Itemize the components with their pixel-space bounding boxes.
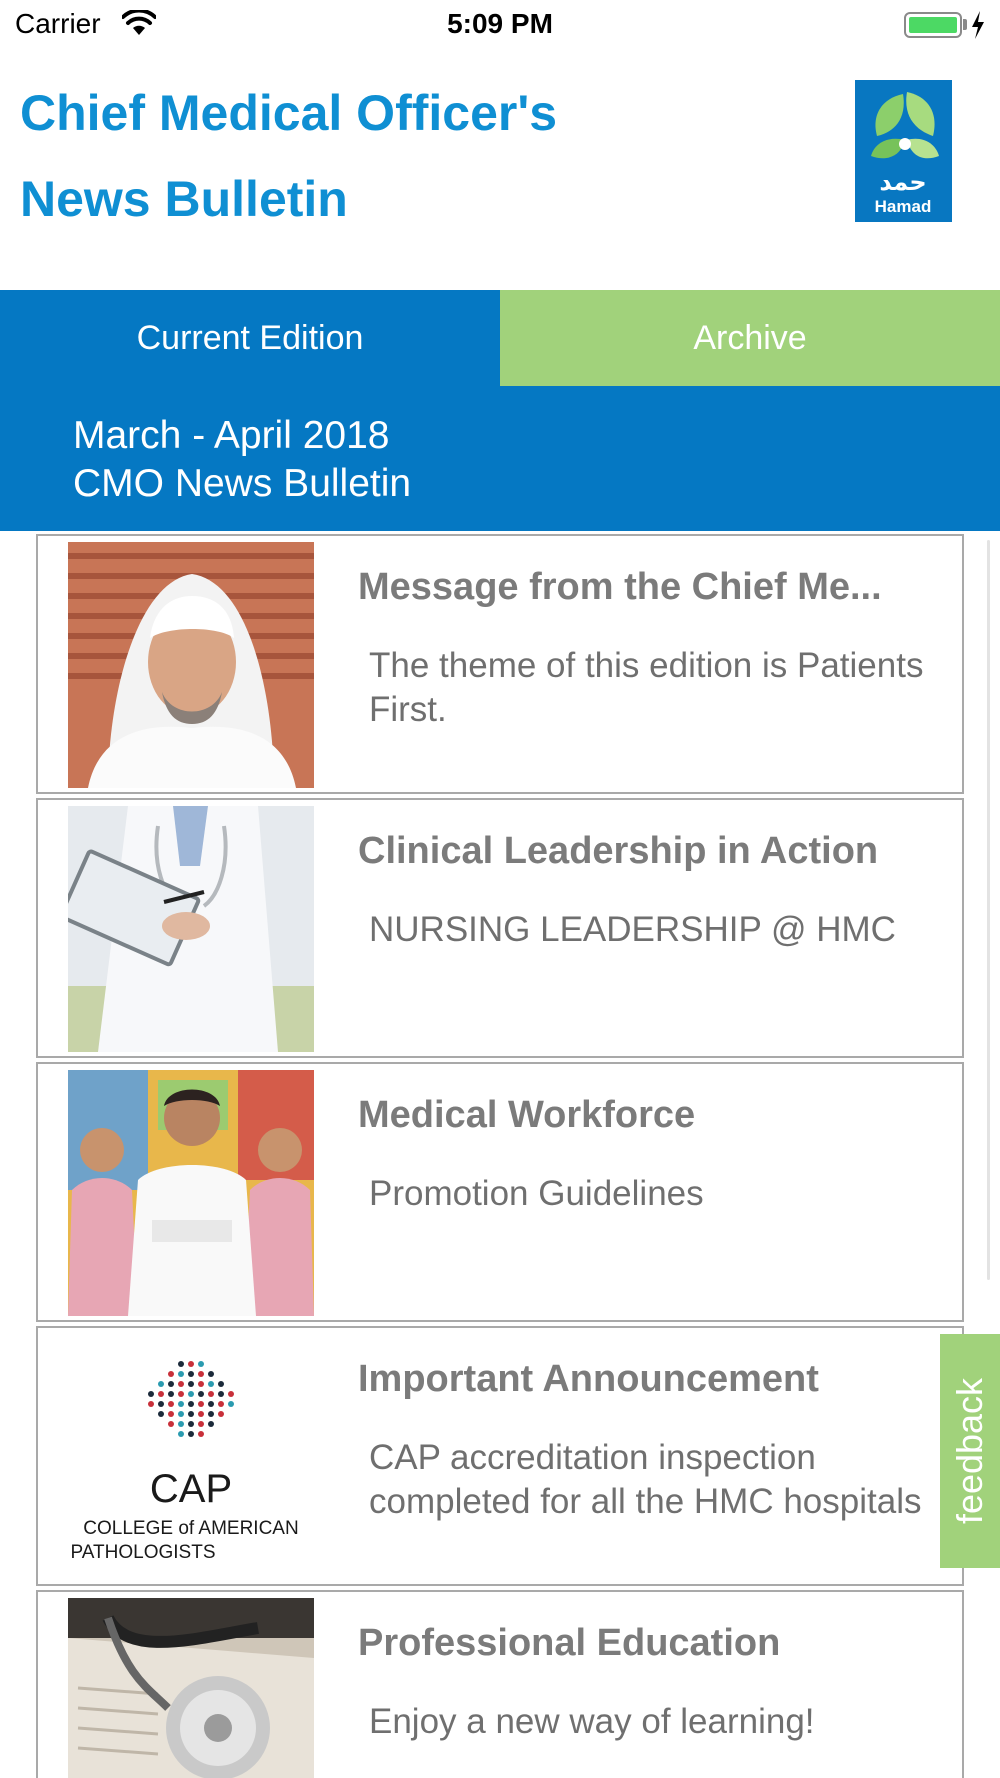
article-title: Message from the Chief Me... [358, 566, 882, 608]
article-thumbnail-stethoscope-book [68, 1598, 314, 1778]
battery-cap [963, 19, 967, 30]
clock: 5:09 PM [447, 8, 553, 39]
article-title: Professional Education [358, 1622, 781, 1664]
feedback-label: feedback [949, 1377, 990, 1525]
article-thumbnail-cmo-portrait [68, 542, 314, 788]
article-description: NURSING LEADERSHIP @ HMC [369, 910, 896, 949]
article-description: The theme of this edition is Patients Fi… [369, 646, 924, 729]
article-card-medical-workforce[interactable]: Medical Workforce Promotion Guidelines [36, 1062, 964, 1322]
article-thumbnail-medical-staff [68, 1070, 314, 1316]
article-title: Medical Workforce [358, 1094, 696, 1136]
article-card-important-announcement[interactable]: CAP COLLEGE of AMERICAN PATHOLOGISTS Imp… [36, 1326, 964, 1586]
scroll-indicator[interactable] [987, 540, 990, 1280]
article-card-professional-education[interactable]: Professional Education Enjoy a new way o… [36, 1590, 964, 1778]
edition-date: March - April 2018 [73, 414, 390, 457]
hamad-logo: حمد Hamad [855, 80, 952, 222]
cap-logo-sub2: PATHOLOGISTS [71, 1542, 216, 1563]
article-card-clinical-leadership[interactable]: Clinical Leadership in Action NURSING LE… [36, 798, 964, 1058]
edition-banner: March - April 2018 CMO News Bulletin [0, 386, 1000, 531]
tab-archive[interactable]: Archive [500, 290, 1000, 386]
tab-bar: Current Edition Archive [0, 290, 1000, 386]
article-card-cmo-message[interactable]: Message from the Chief Me... The theme o… [36, 534, 964, 794]
article-title: Important Announcement [358, 1358, 819, 1400]
article-description: Promotion Guidelines [369, 1174, 704, 1213]
hamad-logo-text: Hamad [875, 197, 932, 216]
edition-name: CMO News Bulletin [73, 462, 412, 505]
feedback-button[interactable]: feedback [940, 1334, 1000, 1568]
article-list: Message from the Chief Me... The theme o… [36, 534, 964, 1778]
article-thumbnail-doctor-clipboard [68, 806, 314, 1052]
charging-bolt-icon [972, 11, 984, 39]
tab-current-edition[interactable]: Current Edition [0, 290, 500, 386]
page-title-line2: News Bulletin [20, 171, 348, 227]
status-bar: Carrier 5:09 PM [0, 0, 1000, 50]
page-title: Chief Medical Officer's News Bulletin [20, 70, 640, 242]
article-title: Clinical Leadership in Action [358, 830, 879, 872]
article-thumbnail-cap-logo: CAP COLLEGE of AMERICAN PATHOLOGISTS [68, 1334, 314, 1580]
page-title-line1: Chief Medical Officer's [20, 85, 558, 141]
battery-icon [904, 12, 962, 38]
cap-logo-text: CAP [150, 1467, 232, 1511]
article-description: CAP accreditation inspection completed f… [369, 1438, 922, 1521]
article-description: Enjoy a new way of learning! [369, 1702, 815, 1741]
cap-logo-sub1: COLLEGE of AMERICAN [83, 1518, 298, 1539]
hamad-logo-arabic: حمد [879, 168, 926, 196]
